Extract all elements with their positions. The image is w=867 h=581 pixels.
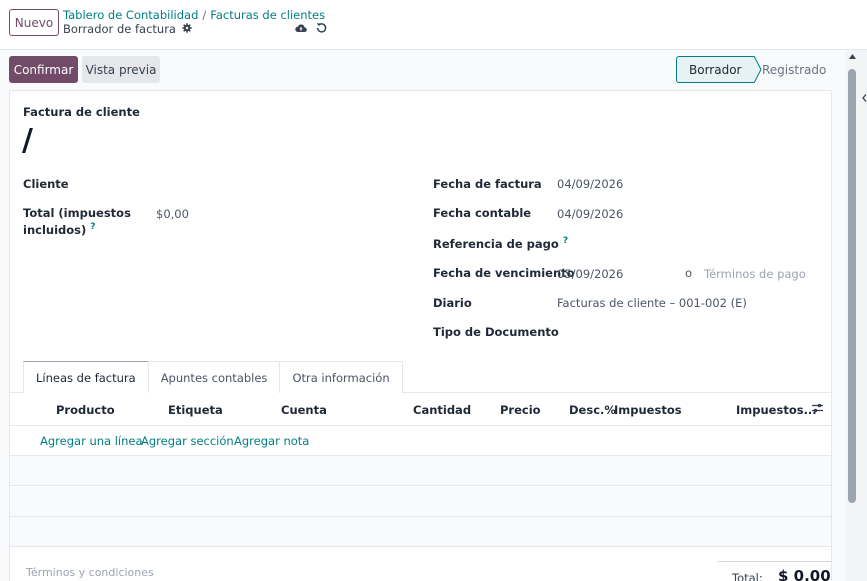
invoice-date-field[interactable]: 04/09/2026 <box>557 177 623 191</box>
column-header-quantity[interactable]: Cantidad <box>413 403 471 417</box>
status-bar: Borrador Registrado <box>676 56 831 83</box>
vertical-scrollbar[interactable] <box>845 50 867 581</box>
terms-conditions-field[interactable]: Términos y condiciones <box>26 566 154 579</box>
help-icon[interactable]: ? <box>563 236 568 246</box>
invoice-sheet: Factura de cliente / Cliente Total (impu… <box>9 90 832 581</box>
cloud-upload-icon[interactable] <box>295 22 307 36</box>
empty-table-row <box>10 517 831 547</box>
column-header-taxes[interactable]: Impuestos <box>614 403 682 417</box>
lines-table-header: Producto Etiqueta Cuenta Cantidad Precio… <box>10 393 831 426</box>
confirm-button[interactable]: Confirmar <box>9 56 78 83</box>
accounting-date-label: Fecha contable <box>433 206 532 220</box>
gear-icon[interactable] <box>182 22 192 36</box>
due-date-label: Fecha de vencimiento <box>433 266 575 280</box>
add-lines-row: Agregar una línea Agregar sección Agrega… <box>10 426 831 456</box>
payment-reference-label: Referencia de pago ? <box>433 236 569 251</box>
status-draft[interactable]: Borrador <box>676 56 754 83</box>
breadcrumb-separator: / <box>202 8 207 22</box>
tab-journal-items[interactable]: Apuntes contables <box>147 361 281 393</box>
scroll-thumb[interactable] <box>848 69 856 503</box>
invoice-number: / <box>22 123 33 158</box>
add-line-link[interactable]: Agregar una línea <box>40 434 143 448</box>
status-arrow-icon <box>746 56 762 83</box>
total-value: $0,00 <box>156 207 189 221</box>
invoice-total: Total: $ 0.00 <box>718 561 831 581</box>
empty-table-row <box>10 487 831 517</box>
tab-invoice-lines[interactable]: Líneas de factura <box>23 361 149 393</box>
control-panel: Nuevo Tablero de Contabilidad / Facturas d… <box>0 0 867 50</box>
empty-table-row <box>10 456 831 486</box>
breadcrumb: Tablero de Contabilidad / Facturas de clie… <box>63 8 325 22</box>
add-note-link[interactable]: Agregar nota <box>234 434 309 448</box>
breadcrumb-current-link[interactable]: Facturas de clientes <box>210 8 325 22</box>
action-bar: Confirmar Vista previa Borrador Registra… <box>0 50 845 90</box>
due-date-field[interactable]: 05/09/2026 <box>557 267 623 281</box>
column-header-price[interactable]: Precio <box>500 403 541 417</box>
column-header-account[interactable]: Cuenta <box>281 403 327 417</box>
new-button[interactable]: Nuevo <box>9 9 59 36</box>
record-title: Borrador de factura <box>63 22 176 36</box>
status-posted[interactable]: Registrado <box>762 56 831 83</box>
notebook-tabs: Líneas de factura Apuntes contables Otra… <box>23 361 403 393</box>
column-settings-icon[interactable] <box>811 402 824 417</box>
column-header-product[interactable]: Producto <box>56 403 115 417</box>
due-or-text: o <box>685 266 693 280</box>
total-label: Total (impuestos <box>23 206 131 220</box>
add-section-link[interactable]: Agregar sección <box>141 434 234 448</box>
document-type-label: Tipo de Documento <box>433 325 559 339</box>
total-footer-label: Total: <box>732 571 763 581</box>
customer-label: Cliente <box>23 177 69 191</box>
breadcrumb-parent-link[interactable]: Tablero de Contabilidad <box>63 8 198 22</box>
scroll-up-icon[interactable] <box>849 54 856 59</box>
preview-button[interactable]: Vista previa <box>82 56 160 83</box>
total-footer-value: $ 0.00 <box>778 567 831 581</box>
column-header-discount[interactable]: Desc.% <box>569 403 616 417</box>
journal-label: Diario <box>433 296 472 310</box>
invoice-type-label: Factura de cliente <box>23 105 140 119</box>
column-header-taxes-amount[interactable]: Impuestos... <box>736 403 817 417</box>
discard-icon[interactable] <box>316 22 327 36</box>
chevron-left-icon[interactable] <box>862 94 867 102</box>
journal-field[interactable]: Facturas de cliente – 001-002 (E) <box>557 296 747 310</box>
help-icon[interactable]: ? <box>90 222 95 232</box>
total-label-cont: incluidos) ? <box>23 222 96 237</box>
accounting-date-field[interactable]: 04/09/2026 <box>557 207 623 221</box>
payment-terms-field[interactable]: Términos de pago <box>704 267 806 281</box>
column-header-label[interactable]: Etiqueta <box>168 403 223 417</box>
invoice-date-label: Fecha de factura <box>433 177 542 191</box>
tab-other-info[interactable]: Otra información <box>279 361 403 393</box>
